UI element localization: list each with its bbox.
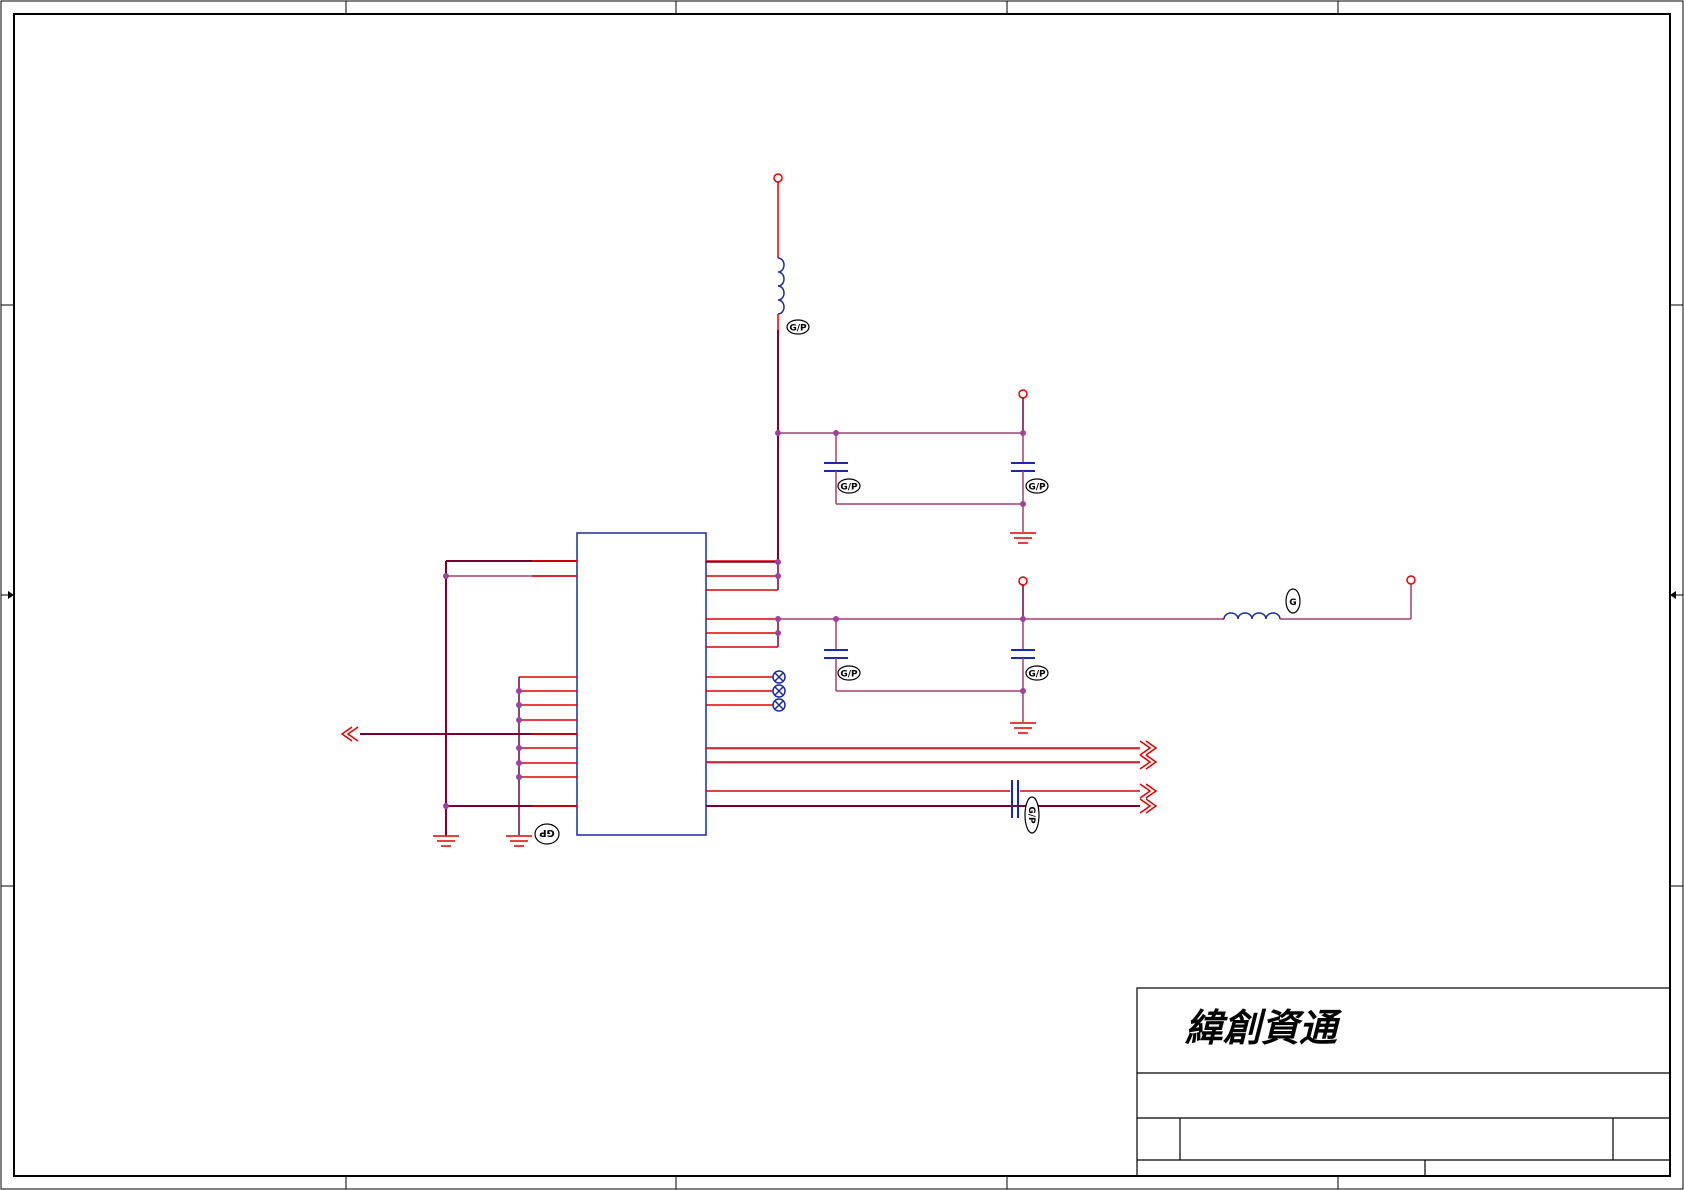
inductor-vertical [777, 257, 785, 315]
gp-label: G/P [1028, 483, 1046, 493]
company-logo: 緯創資通 [1185, 1005, 1343, 1050]
gp-badge-cap-3: G/P [837, 665, 861, 681]
gp-label: G/P [1028, 670, 1046, 680]
capacitor-middle-1 [824, 619, 848, 691]
g-label: G [1289, 598, 1296, 608]
gp-label-rotated: GP [539, 827, 555, 838]
off-page-connector-right-3 [1139, 783, 1158, 799]
gp-badge-ground-left: GP [534, 823, 560, 845]
gp-badge-inductor: G/P [786, 319, 810, 335]
capacitor-upper-1 [824, 433, 848, 504]
power-port-3 [1018, 576, 1028, 586]
inner-border [13, 13, 1671, 1177]
signal-lines-right [706, 747, 1140, 807]
no-connect-icon-1 [772, 670, 786, 684]
ic-chip [576, 532, 707, 836]
sheet-frame [0, 0, 1684, 1190]
gp-label: G/P [1026, 806, 1036, 824]
center-arrow-right [1670, 591, 1683, 599]
power-port-2 [1018, 389, 1028, 399]
gp-badge-cap-1: G/P [837, 478, 861, 494]
off-page-connector-right-2 [1139, 754, 1158, 770]
gp-label: G/P [840, 670, 858, 680]
g-badge-inductor-horizontal: G [1285, 588, 1301, 614]
gp-badge-series-cap: G/P [1024, 796, 1040, 834]
power-port-1 [773, 173, 783, 183]
gp-badge-cap-2: G/P [1025, 478, 1049, 494]
off-page-connector-right-4 [1139, 798, 1158, 814]
off-page-connector-left [340, 726, 359, 742]
no-connect-icon-2 [772, 684, 786, 698]
ic-left-pins [360, 560, 577, 835]
ground-middle [1010, 722, 1036, 734]
gp-badge-cap-4: G/P [1025, 665, 1049, 681]
power-port-4 [1406, 575, 1416, 585]
ground-left-1 [433, 835, 459, 847]
schematic-sheet: G/P G/P G/P G/P G/P GP G G/P 緯創資通 [0, 0, 1684, 1190]
center-arrow-left [1, 591, 14, 599]
gp-label: G/P [789, 324, 807, 334]
inductor-horizontal [1223, 612, 1281, 620]
no-connect-icon-3 [772, 698, 786, 712]
ground-upper [1010, 532, 1036, 544]
off-page-connector-right-1 [1139, 740, 1158, 756]
gp-label: G/P [840, 483, 858, 493]
outer-border [0, 0, 1684, 1190]
ic-right-pins [706, 560, 779, 706]
series-capacitor [1011, 780, 1019, 818]
ground-left-2 [506, 835, 532, 847]
